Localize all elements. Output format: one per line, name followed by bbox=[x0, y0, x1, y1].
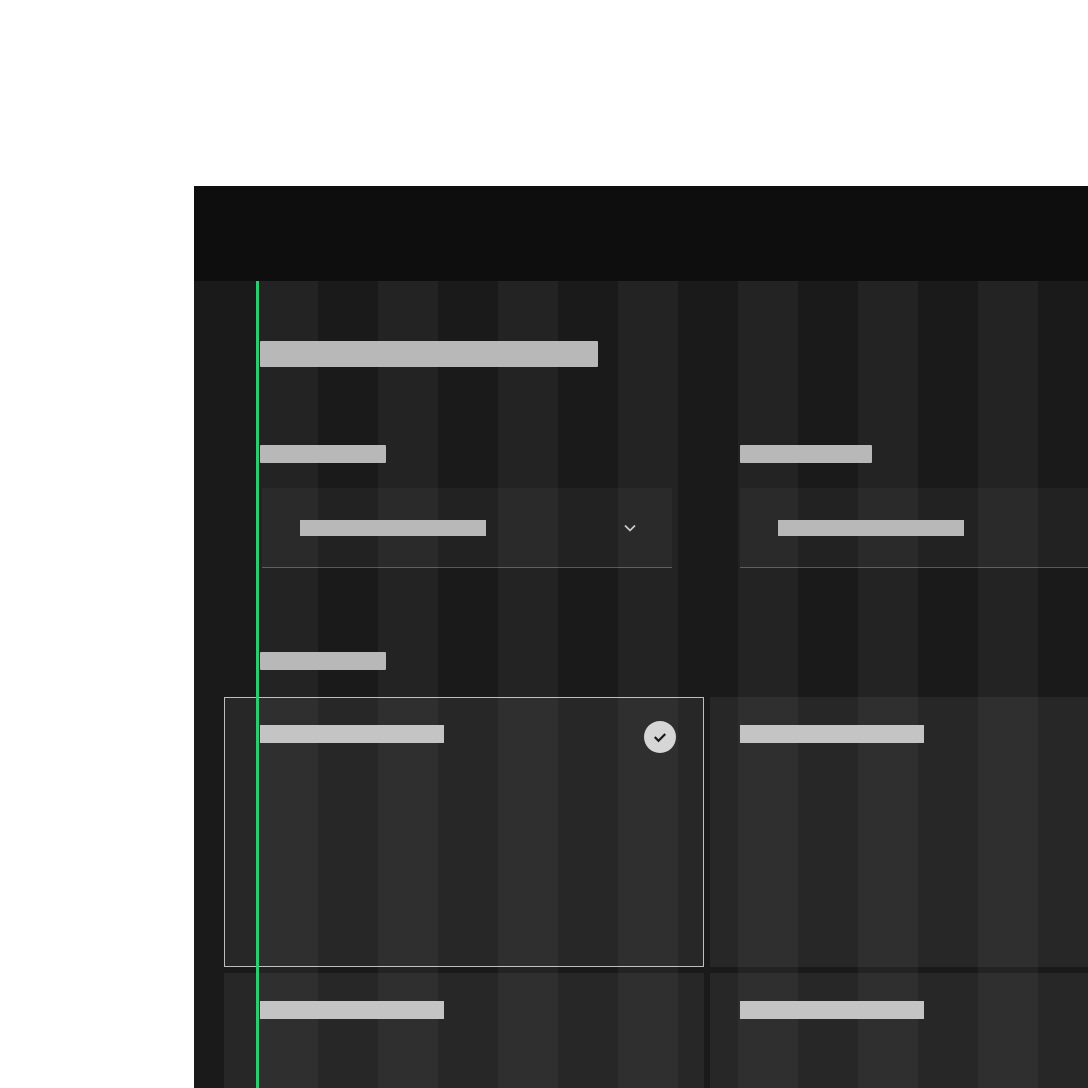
option-card-2-title bbox=[740, 725, 924, 743]
option-card-3-title bbox=[260, 1001, 444, 1019]
field-a-value bbox=[300, 520, 486, 536]
option-card-2[interactable] bbox=[710, 697, 1088, 967]
chevron-down-icon bbox=[618, 516, 642, 540]
option-card-3[interactable] bbox=[224, 973, 704, 1088]
field-b-dropdown[interactable] bbox=[740, 488, 1088, 568]
field-a-dropdown[interactable] bbox=[262, 488, 672, 568]
option-card-1-title bbox=[260, 725, 444, 743]
field-a-label bbox=[260, 445, 386, 463]
option-card-4-title bbox=[740, 1001, 924, 1019]
field-b-value bbox=[778, 520, 964, 536]
top-bar bbox=[194, 186, 1088, 281]
cards-section-label bbox=[260, 652, 386, 670]
content-area bbox=[194, 281, 1088, 1088]
option-card-4[interactable] bbox=[710, 973, 1088, 1088]
selected-indicator bbox=[644, 721, 676, 753]
section-heading bbox=[260, 341, 598, 367]
check-icon bbox=[651, 728, 669, 746]
field-b-label bbox=[740, 445, 872, 463]
option-card-1[interactable] bbox=[224, 697, 704, 967]
app-window bbox=[194, 186, 1088, 1088]
